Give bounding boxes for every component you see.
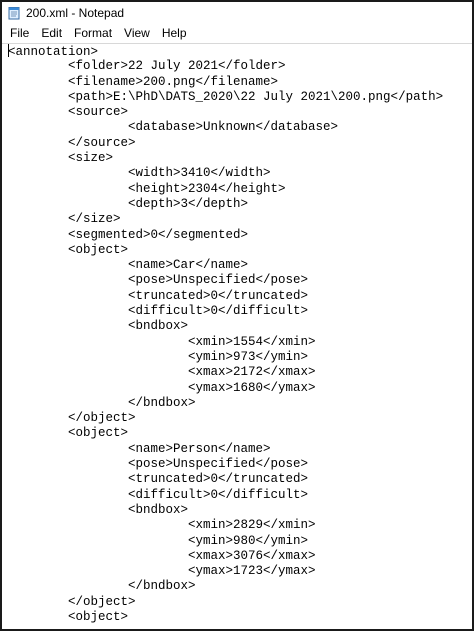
editor-line: <difficult>0</difficult>	[8, 304, 309, 319]
editor-line: <object>	[8, 426, 129, 441]
editor-line: <pose>Unspecified</pose>	[8, 273, 309, 288]
editor-line: <difficult>0</difficult>	[8, 487, 309, 502]
title-bar[interactable]: 200.xml - Notepad	[2, 2, 472, 24]
editor-line: <ymin>980</ymin>	[8, 533, 309, 548]
editor-line: <xmax>3076</xmax>	[8, 548, 316, 563]
editor-line: <name>Person</name>	[8, 441, 271, 456]
menu-help[interactable]: Help	[156, 24, 193, 43]
editor-line: <xmin>2829</xmin>	[8, 518, 316, 533]
editor-line: </object>	[8, 594, 136, 609]
notepad-window: 200.xml - Notepad File Edit Format View …	[0, 0, 474, 631]
editor-line: <pose>Unspecified</pose>	[8, 457, 309, 472]
notepad-icon	[8, 7, 20, 20]
menu-file[interactable]: File	[2, 24, 35, 43]
editor-line: <ymin>973</ymin>	[8, 349, 309, 364]
menu-format[interactable]: Format	[68, 24, 118, 43]
editor-line: <xmax>2172</xmax>	[8, 365, 316, 380]
editor-content[interactable]: <annotation> <folder>22 July 2021</folde…	[2, 44, 472, 625]
editor-line: <source>	[8, 105, 129, 120]
editor-line: <path>E:\PhD\DATS_2020\22 July 2021\200.…	[8, 89, 444, 104]
menu-edit[interactable]: Edit	[35, 24, 68, 43]
editor-line: <xmin>1554</xmin>	[8, 334, 316, 349]
editor-line: <ymax>1680</ymax>	[8, 380, 316, 395]
editor-line: </bndbox>	[8, 395, 196, 410]
text-editor-area[interactable]: <annotation> <folder>22 July 2021</folde…	[2, 43, 472, 629]
editor-line: <width>3410</width>	[8, 166, 271, 181]
editor-line: <folder>22 July 2021</folder>	[8, 59, 286, 74]
editor-line: <object>	[8, 242, 129, 257]
editor-line: <filename>200.png</filename>	[8, 74, 279, 89]
editor-line: <height>2304</height>	[8, 181, 286, 196]
menu-view[interactable]: View	[118, 24, 156, 43]
editor-line: <size>	[8, 151, 114, 166]
editor-line: <segmented>0</segmented>	[8, 227, 249, 242]
editor-line: <bndbox>	[8, 502, 189, 517]
editor-line: <depth>3</depth>	[8, 196, 249, 211]
editor-line: </object>	[8, 411, 136, 426]
editor-line: <annotation>	[8, 44, 99, 59]
editor-line: </bndbox>	[8, 579, 196, 594]
editor-line: </source>	[8, 135, 136, 150]
editor-line: <bndbox>	[8, 319, 189, 334]
menu-bar: File Edit Format View Help	[2, 24, 472, 43]
window-title: 200.xml - Notepad	[26, 6, 125, 20]
editor-line: </size>	[8, 212, 121, 227]
editor-line: <name>Car</name>	[8, 258, 249, 273]
editor-line: <object>	[8, 609, 129, 624]
editor-line: <database>Unknown</database>	[8, 120, 339, 135]
editor-line: <truncated>0</truncated>	[8, 288, 309, 303]
text-caret	[8, 44, 9, 57]
editor-line: <ymax>1723</ymax>	[8, 564, 316, 579]
editor-line: <truncated>0</truncated>	[8, 472, 309, 487]
